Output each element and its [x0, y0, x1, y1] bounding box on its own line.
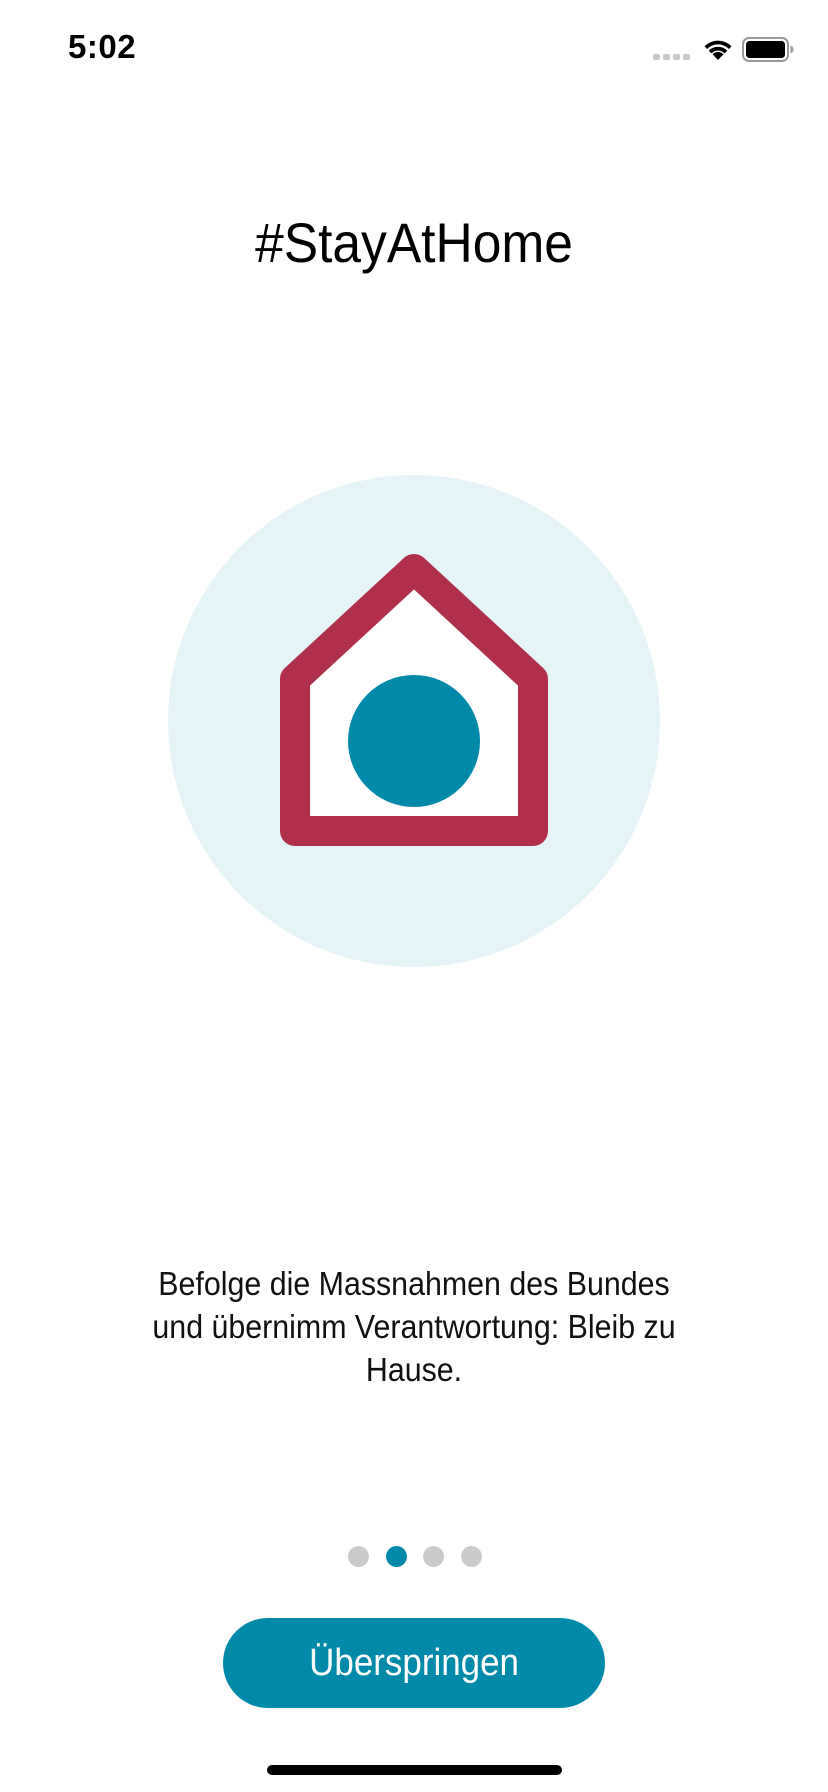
- person-circle: [348, 675, 480, 807]
- page-indicator[interactable]: [348, 1544, 482, 1568]
- house-with-person-icon: [168, 475, 660, 967]
- page-dot-2-active[interactable]: [385, 1545, 407, 1567]
- onboarding-description: Befolge die Massnahmen des Bundes und üb…: [152, 1265, 676, 1388]
- page-dot-4[interactable]: [460, 1545, 482, 1567]
- status-time: 5:02: [68, 28, 137, 65]
- home-indicator[interactable]: [267, 1765, 562, 1775]
- page-title: #StayAtHome: [255, 211, 573, 274]
- cellular-signal-icon: [653, 54, 690, 60]
- battery-icon: [742, 37, 794, 62]
- status-bar: 5:02: [0, 0, 828, 100]
- page-dot-1[interactable]: [348, 1545, 369, 1567]
- skip-button-label: Überspringen: [309, 1641, 519, 1684]
- page-dot-3[interactable]: [423, 1545, 445, 1567]
- wifi-icon: [704, 40, 732, 60]
- skip-button[interactable]: Überspringen: [223, 1618, 605, 1708]
